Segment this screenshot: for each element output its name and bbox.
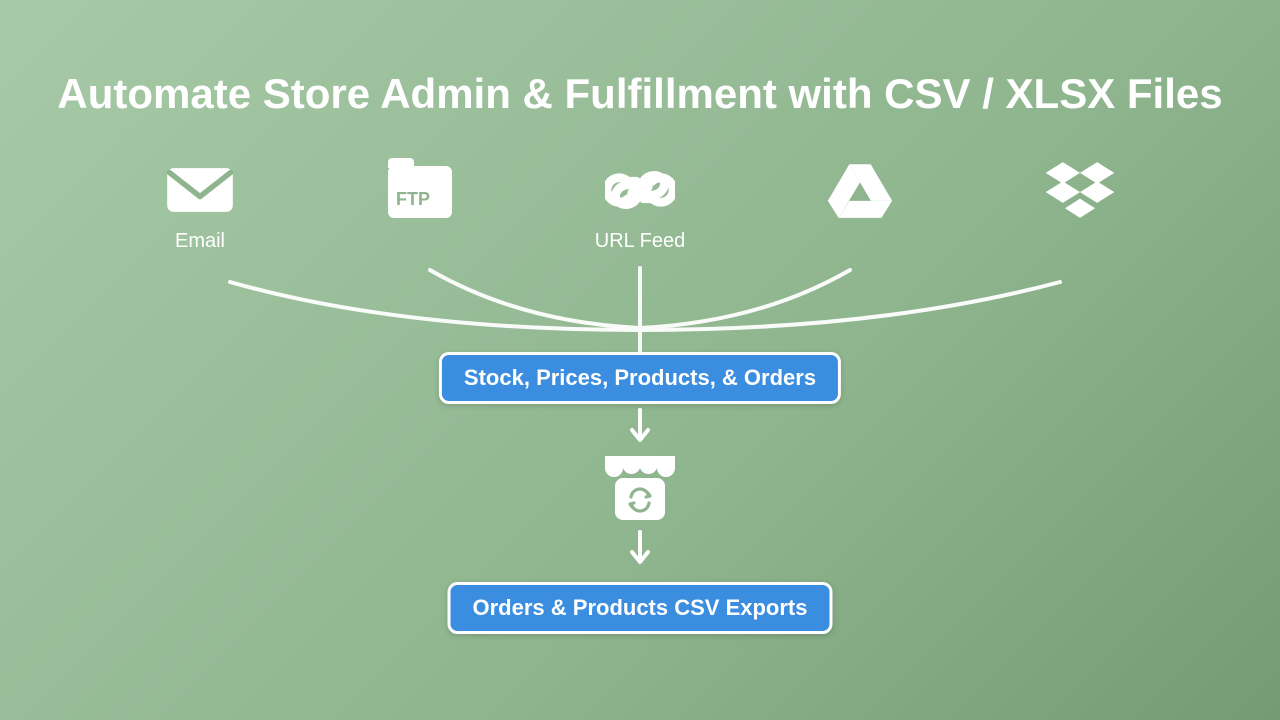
sources-row: Email FTP URL Feed bbox=[0, 160, 1280, 254]
source-email: Email bbox=[150, 160, 250, 254]
arrow-down-icon bbox=[628, 408, 652, 444]
page-title: Automate Store Admin & Fulfillment with … bbox=[0, 70, 1280, 118]
source-ftp: FTP bbox=[370, 160, 470, 254]
arrow-down-icon bbox=[628, 530, 652, 566]
imports-pill: Stock, Prices, Products, & Orders bbox=[439, 352, 841, 404]
source-email-label: Email bbox=[175, 230, 225, 254]
source-url-label: URL Feed bbox=[595, 230, 685, 254]
source-dropbox bbox=[1030, 160, 1130, 254]
gdrive-icon bbox=[825, 160, 895, 220]
exports-pill: Orders & Products CSV Exports bbox=[448, 582, 833, 634]
folder-label: FTP bbox=[396, 189, 430, 210]
email-icon bbox=[165, 160, 235, 220]
link-icon bbox=[605, 160, 675, 220]
folder-icon: FTP bbox=[388, 166, 452, 218]
source-gdrive bbox=[810, 160, 910, 254]
dropbox-icon bbox=[1045, 160, 1115, 220]
source-url: URL Feed bbox=[590, 160, 690, 254]
store-icon bbox=[601, 448, 679, 526]
